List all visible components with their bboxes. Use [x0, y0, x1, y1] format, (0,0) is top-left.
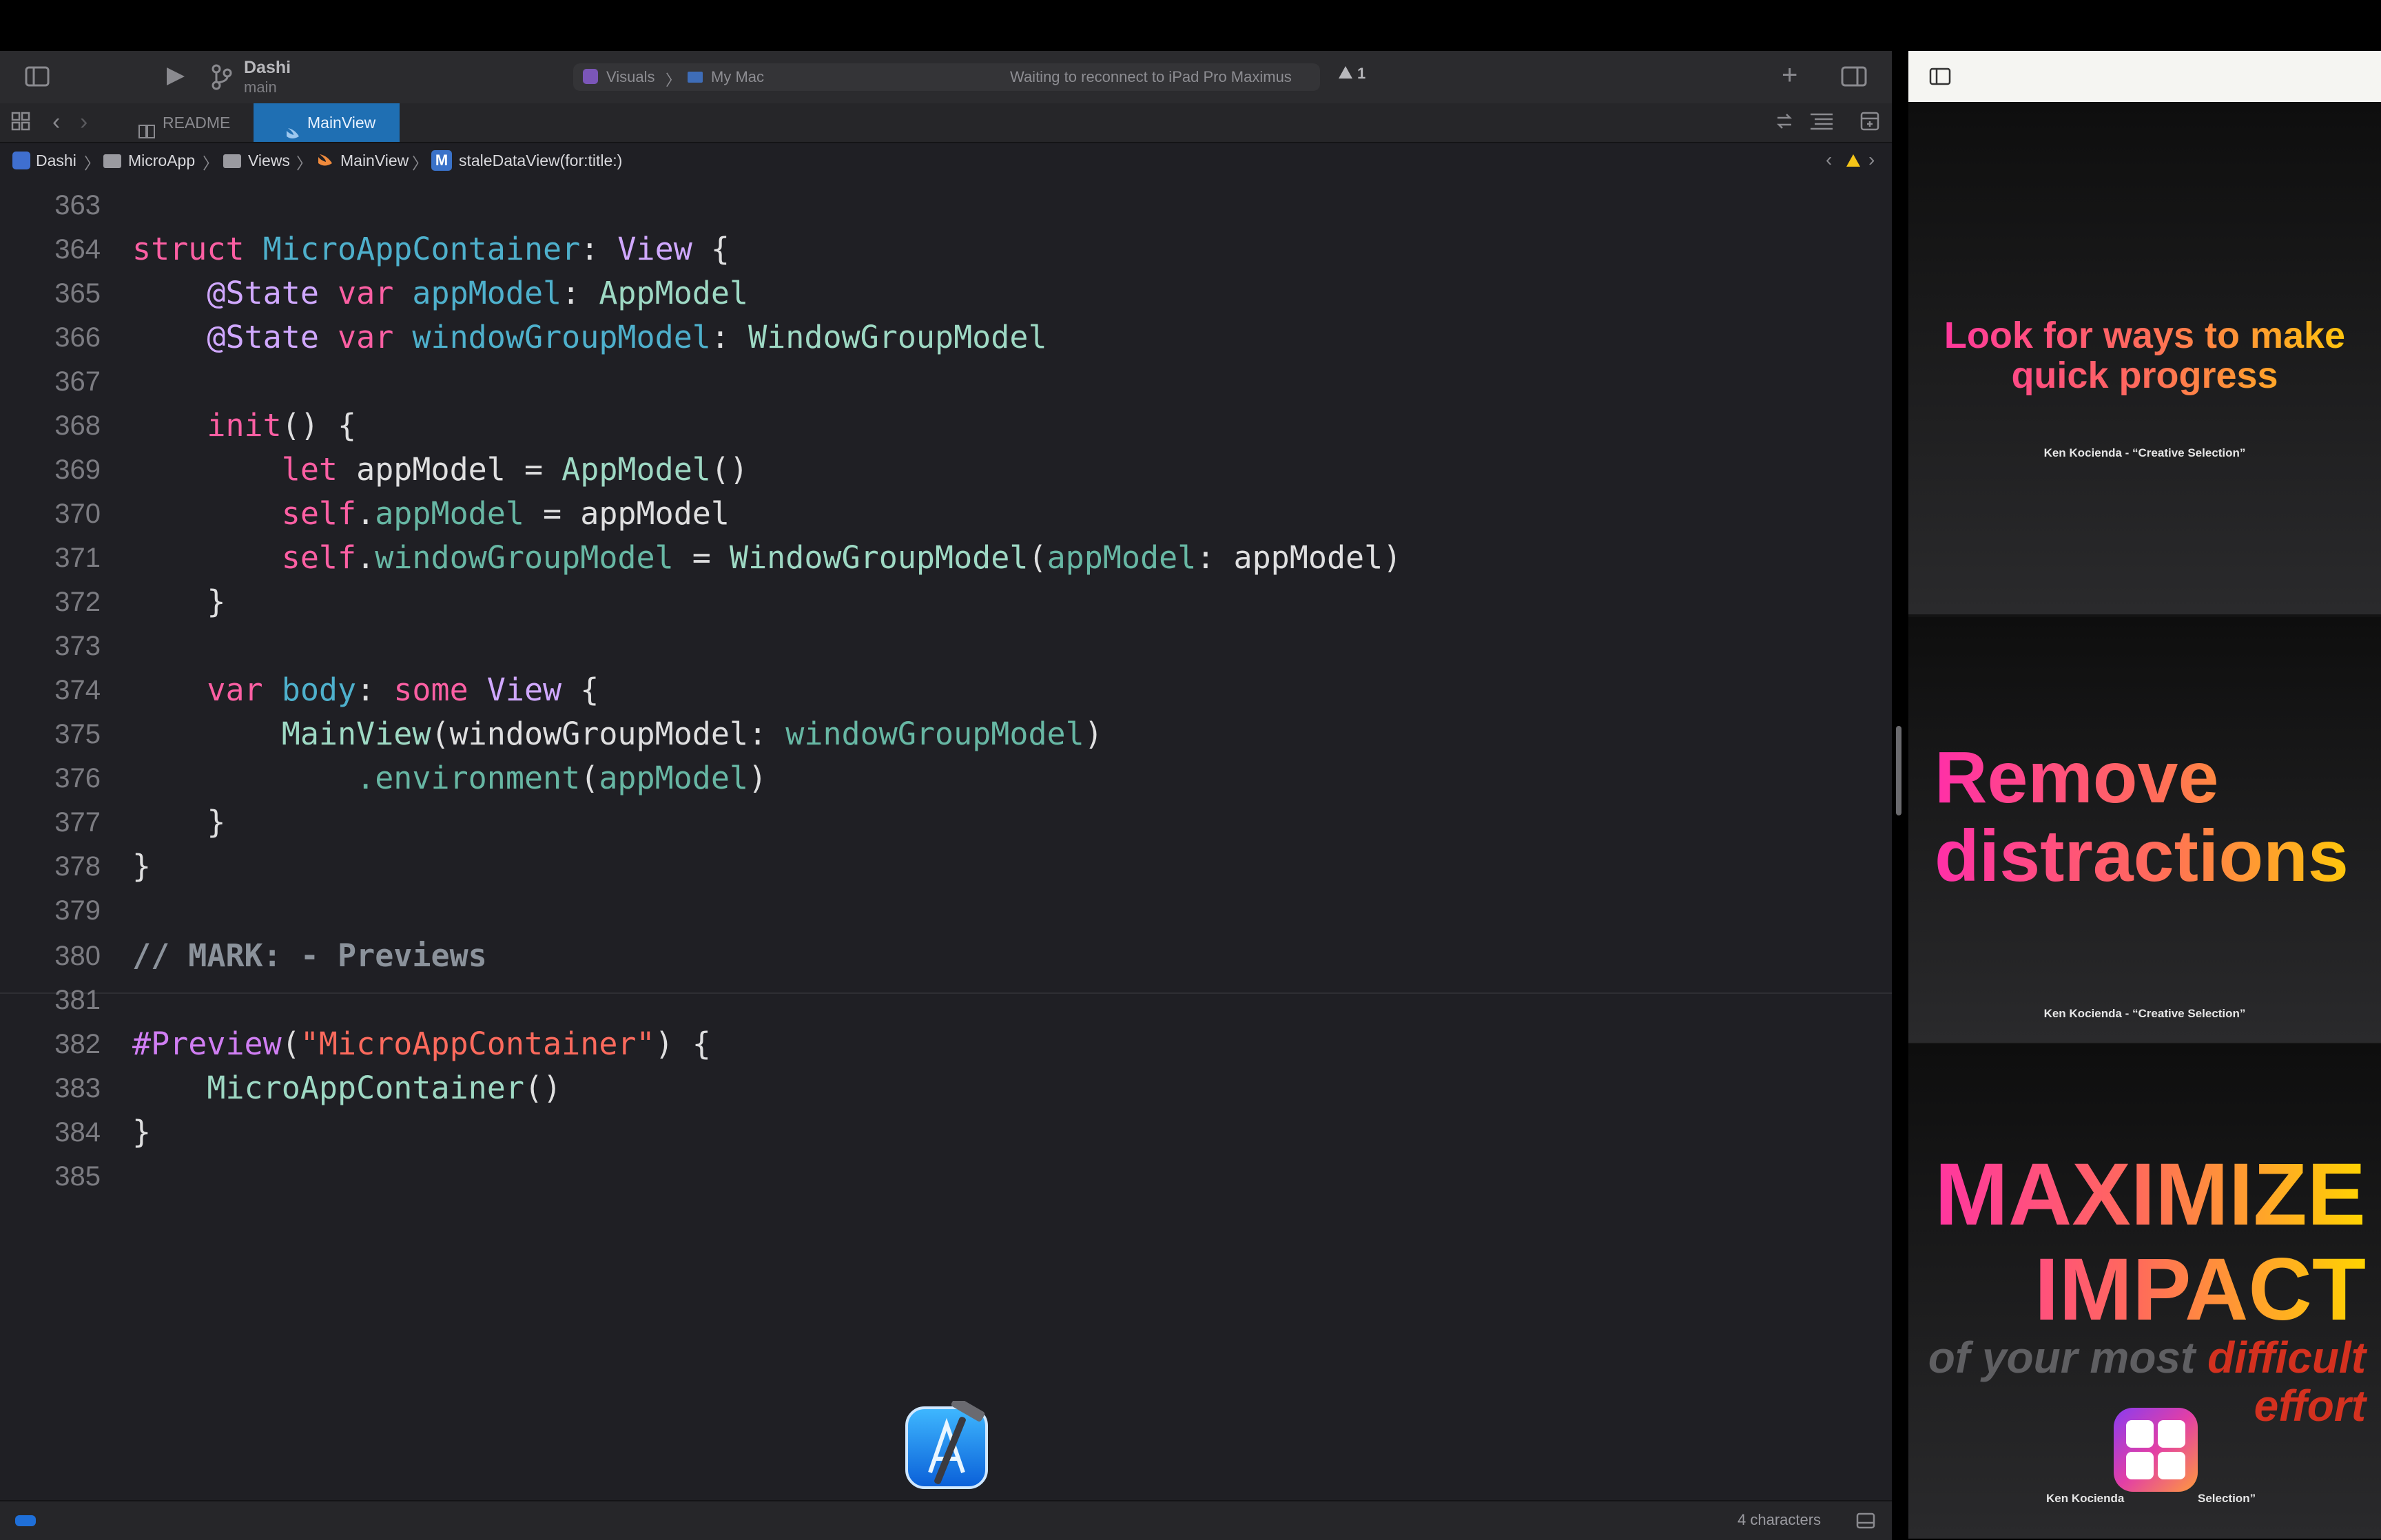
code-line: 366 @State var windowGroupModel: WindowG… — [54, 319, 1047, 355]
code-line: 365 @State var appModel: AppModel — [54, 275, 749, 311]
chevron-right-icon: 〉 — [412, 154, 428, 172]
code-line: 381 — [54, 985, 101, 1015]
slide-thumbnail-1[interactable]: Look for ways to make quick progress Ken… — [1908, 102, 2381, 614]
slide-title-line: Remove — [1935, 737, 2219, 818]
tab-bar: ‹ › README MainView — [0, 103, 1892, 143]
code-line: 374 var body: some View { — [54, 672, 599, 708]
code-line: 369 let appModel = AppModel() — [54, 451, 749, 488]
code-line: 371 self.windowGroupModel = WindowGroupM… — [54, 539, 1402, 576]
tab-label: README — [163, 114, 231, 132]
forward-icon[interactable]: › — [80, 110, 87, 134]
toolbar: Dashi main Visuals 〉 My Mac Waiting to r… — [0, 51, 1892, 105]
split-view-handle[interactable] — [1896, 726, 1901, 815]
chevron-right-icon: 〉 — [296, 154, 312, 172]
code-line: 367 — [54, 366, 101, 397]
code-line: 383 MicroAppContainer() — [54, 1070, 562, 1106]
slide-credit: Ken Kocienda - “Creative Selection” — [2043, 1007, 2246, 1020]
code-line: 385 — [54, 1161, 101, 1192]
breadcrumb-symbol[interactable]: staleDataView(for:title:) — [459, 152, 622, 170]
xcode-app-icon[interactable] — [903, 1397, 993, 1492]
breadcrumb-folder[interactable]: Views — [248, 152, 290, 170]
code-editor[interactable]: 362} 363 364struct MicroAppContainer: Vi… — [0, 179, 1892, 1499]
folder-icon — [103, 154, 121, 168]
editor-options-icon[interactable] — [1809, 112, 1834, 135]
code-line: 377 } — [54, 804, 226, 840]
debug-area-icon[interactable] — [15, 1515, 36, 1526]
status-bar: 4 characters — [0, 1500, 1892, 1540]
breadcrumb-file[interactable]: MainView — [340, 152, 409, 170]
breadcrumb-project[interactable]: Dashi — [36, 152, 76, 170]
warning-count[interactable]: 1 — [1357, 65, 1365, 83]
warning-icon[interactable] — [1845, 153, 1862, 171]
slide-title-line: IMPACT — [2034, 1240, 2366, 1339]
add-icon[interactable]: + — [1782, 61, 1797, 89]
run-icon[interactable] — [164, 65, 187, 92]
code-line: 364 struct MicroAppContainer: View { — [54, 231, 730, 267]
code-line: 378} — [54, 848, 152, 884]
slide-credit: Ken Kocienda - “Creative Selection” — [2043, 446, 2246, 459]
warning-icon[interactable] — [1338, 65, 1353, 83]
destination-device[interactable]: My Mac — [711, 68, 764, 86]
selection-info: 4 characters — [1738, 1511, 1822, 1528]
code-line: 368 init() { — [54, 407, 357, 444]
slide-subtitle-part: of your most — [1928, 1333, 2196, 1382]
code-line: 373 — [54, 631, 101, 661]
tab-label: MainView — [307, 114, 376, 132]
inspector-toggle-icon[interactable] — [1841, 66, 1867, 91]
activity-status: Waiting to reconnect to iPad Pro Maximus — [1010, 68, 1292, 85]
code-line: 370 self.appModel = appModel — [54, 495, 730, 532]
swap-icon[interactable] — [1775, 112, 1794, 135]
activity-view[interactable]: Visuals 〉 My Mac Waiting to reconnect to… — [573, 63, 1320, 91]
xcode-window: Dashi main Visuals 〉 My Mac Waiting to r… — [0, 51, 1892, 1540]
mac-icon — [688, 72, 703, 83]
slide-title: Remove distractions — [1935, 738, 2375, 895]
project-icon — [12, 152, 30, 169]
code-line: 379 — [54, 895, 101, 926]
scheme-name[interactable]: Dashi — [244, 58, 291, 78]
slide-title-line: distractions — [1935, 815, 2349, 897]
destination-scheme[interactable]: Visuals — [606, 68, 655, 86]
slide-title-line: quick progress — [2011, 355, 2278, 396]
slides-header — [1908, 51, 2381, 102]
slides-panel: Look for ways to make quick progress Ken… — [1908, 51, 2381, 1539]
branch-name: main — [244, 79, 277, 96]
slide-title: Look for ways to make quick progress — [1908, 315, 2381, 395]
slide-title-line: MAXIMIZE — [1935, 1145, 2366, 1244]
breadcrumb-group[interactable]: MicroApp — [128, 152, 195, 170]
previous-issue-icon[interactable]: ‹ — [1826, 149, 1832, 171]
add-editor-icon[interactable] — [1860, 112, 1879, 135]
code-line: 375 MainView(windowGroupModel: windowGro… — [54, 716, 1103, 752]
folder-icon — [223, 154, 241, 168]
code-line: 384} — [54, 1114, 152, 1150]
code-line: 382 #Preview("MicroAppContainer") { — [54, 1026, 711, 1062]
slide-subtitle-part: effort — [2254, 1381, 2366, 1430]
slide-thumbnail-2[interactable]: Remove distractions Ken Kocienda - “Crea… — [1908, 617, 2381, 1043]
chevron-right-icon: 〉 — [203, 154, 218, 172]
tab-readme[interactable]: README — [125, 103, 249, 142]
scheme-icon — [583, 69, 598, 84]
slide-subtitle-part: difficult — [2207, 1333, 2366, 1382]
tab-mainview[interactable]: MainView — [254, 103, 400, 142]
panel-toggle-icon[interactable] — [1856, 1512, 1875, 1532]
sidebar-toggle-icon[interactable] — [25, 66, 50, 91]
code-line: 380// MARK: - Previews — [54, 937, 487, 974]
chevron-right-icon: 〉 — [84, 154, 100, 172]
jump-bar: Dashi 〉 MicroApp 〉 Views 〉 MainView 〉 M … — [0, 143, 1892, 180]
sidebar-toggle-icon[interactable] — [1929, 67, 1951, 89]
code-line: 363 — [54, 190, 101, 220]
chevron-right-icon: 〉 — [666, 72, 681, 89]
next-issue-icon[interactable]: › — [1868, 149, 1875, 171]
back-icon[interactable]: ‹ — [52, 110, 60, 134]
app-dock-icon[interactable] — [2111, 1405, 2200, 1495]
method-icon: M — [431, 150, 452, 171]
swift-icon — [317, 153, 333, 171]
code-line: 372 } — [54, 583, 226, 620]
slide-credit-right: Selection” — [2198, 1492, 2256, 1505]
slide-title: MAXIMIZE IMPACT — [1911, 1147, 2366, 1338]
slide-title-line: Look for ways to make — [1944, 315, 2346, 356]
grid-icon[interactable] — [11, 112, 30, 135]
code-line: 376 .environment(appModel) — [54, 760, 767, 796]
branch-icon[interactable] — [211, 63, 233, 95]
